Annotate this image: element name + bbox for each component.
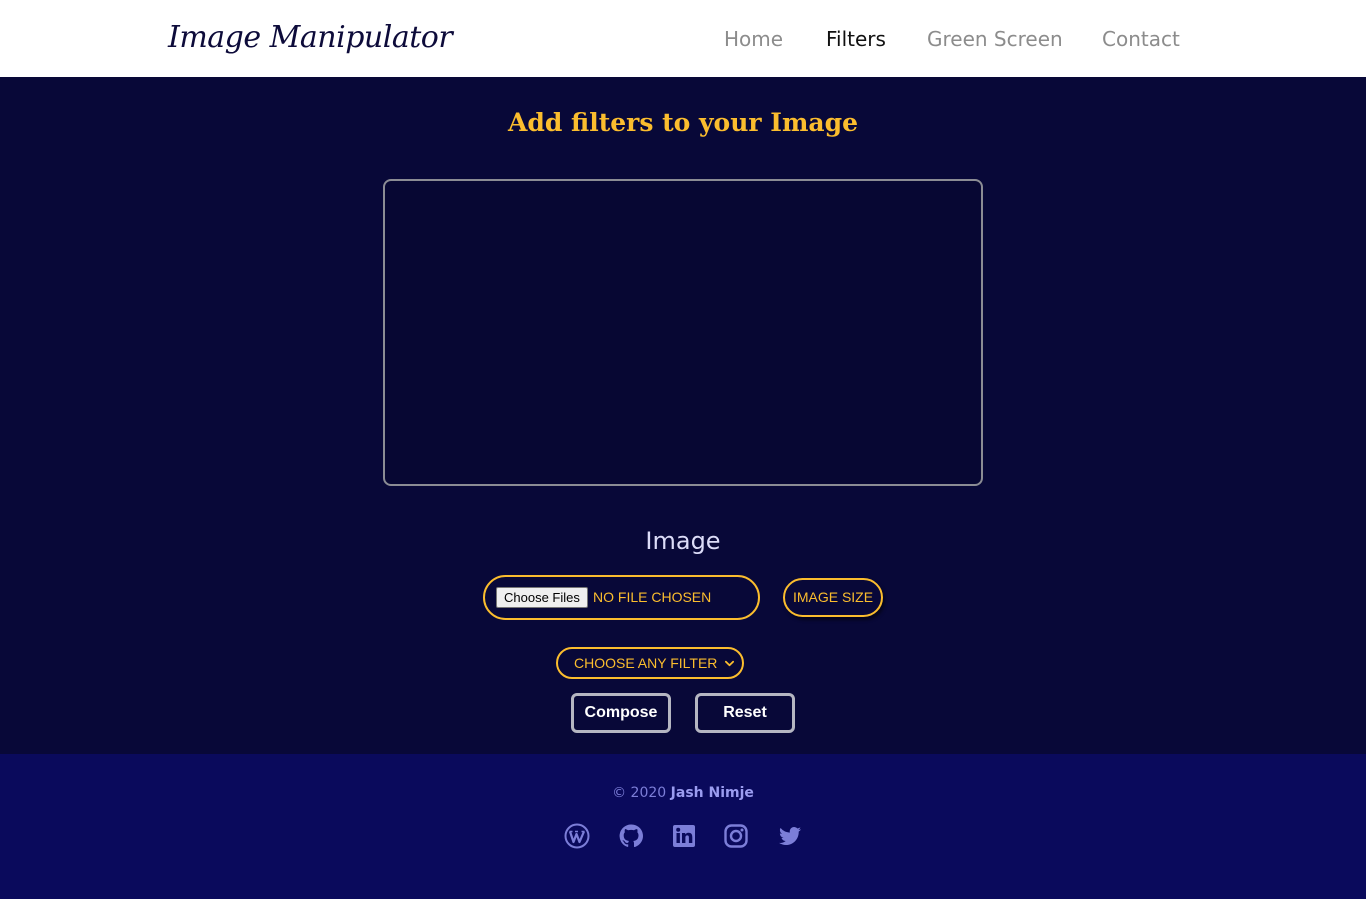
choose-files-button[interactable]: Choose Files <box>496 587 588 608</box>
linkedin-icon[interactable] <box>671 823 697 849</box>
file-input[interactable]: Choose Files NO FILE CHOSEN <box>483 575 760 620</box>
image-size-button[interactable]: IMAGE SIZE <box>783 578 883 617</box>
chevron-down-icon <box>725 660 734 667</box>
page-title: Add filters to your Image <box>507 108 859 137</box>
main-nav: Home Filters Green Screen Contact <box>0 0 1366 77</box>
footer: © 2020 Jash Nimje <box>0 754 1366 899</box>
main-section: Add filters to your Image Image Choose F… <box>0 77 1366 754</box>
copyright: © 2020 Jash Nimje <box>0 782 1366 804</box>
author-link[interactable]: Jash Nimje <box>671 785 754 801</box>
nav-link-filters[interactable]: Filters <box>826 25 886 53</box>
filter-select-value: CHOOSE ANY FILTER <box>574 655 718 671</box>
image-section-label: Image <box>645 527 721 555</box>
nav-link-home[interactable]: Home <box>724 25 783 53</box>
wordpress-icon[interactable] <box>564 823 590 849</box>
filter-select[interactable]: CHOOSE ANY FILTER <box>556 647 744 679</box>
reset-button[interactable]: Reset <box>695 693 795 733</box>
file-status-text: NO FILE CHOSEN <box>593 589 712 605</box>
instagram-icon[interactable] <box>723 823 749 849</box>
twitter-icon[interactable] <box>777 823 803 849</box>
copyright-prefix: © 2020 <box>612 785 667 801</box>
nav-link-green-screen[interactable]: Green Screen <box>927 25 1063 53</box>
nav-link-contact[interactable]: Contact <box>1102 25 1180 53</box>
navbar: Image Manipulator Home Filters Green Scr… <box>0 0 1366 77</box>
image-canvas <box>383 179 983 486</box>
github-icon[interactable] <box>618 823 644 849</box>
compose-button[interactable]: Compose <box>571 693 671 733</box>
